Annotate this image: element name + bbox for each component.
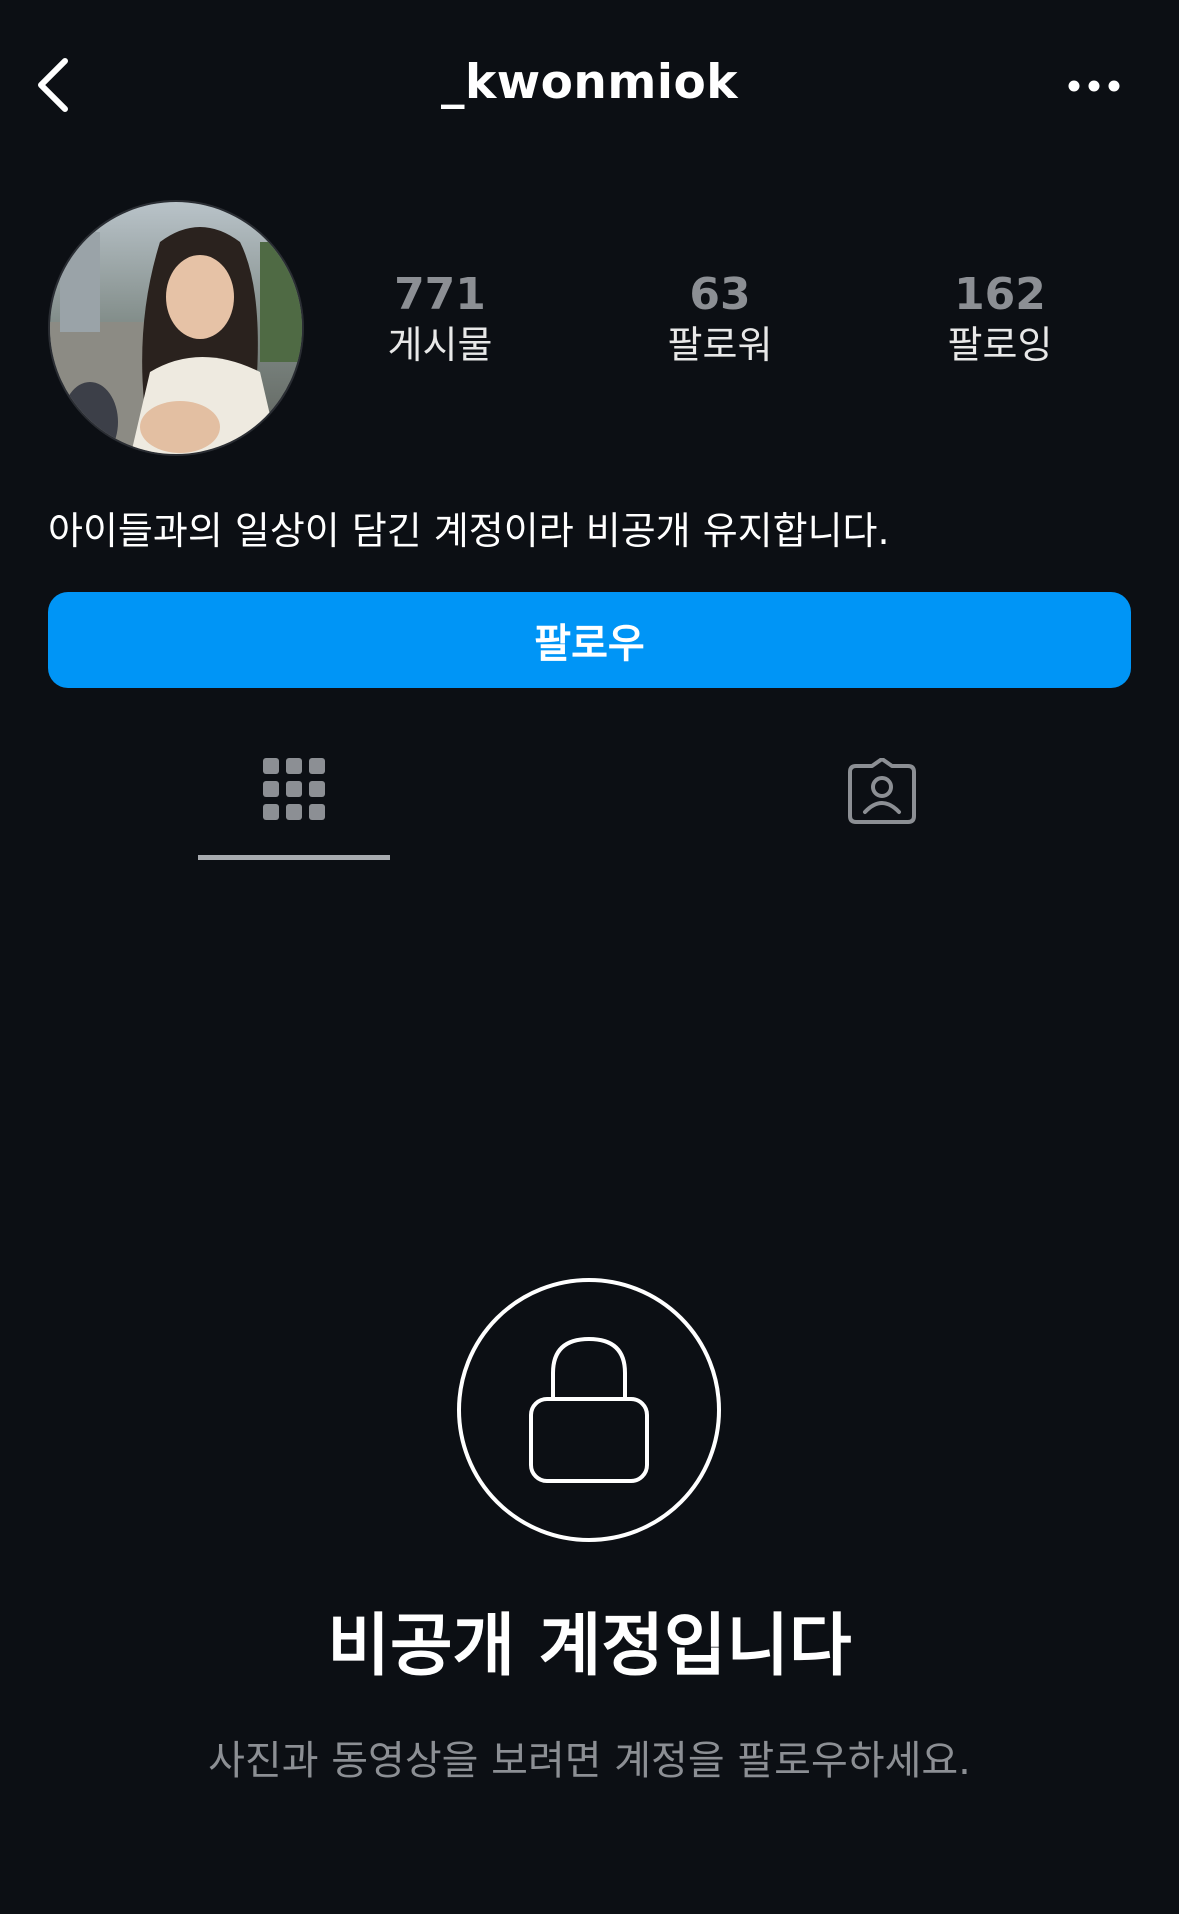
tab-posts-grid[interactable] <box>198 740 390 860</box>
following-count: 162 <box>954 269 1046 320</box>
lock-circle <box>457 1278 721 1542</box>
stat-following[interactable]: 162 팔로잉 <box>890 269 1110 370</box>
tagged-user-icon <box>848 758 916 824</box>
tab-tagged[interactable] <box>786 740 978 860</box>
followers-count: 63 <box>689 269 751 320</box>
profile-photo <box>50 202 302 454</box>
profile-username: _kwonmiok <box>440 55 739 110</box>
profile-stats: 771 게시물 63 팔로워 162 팔로잉 <box>330 269 1170 390</box>
avatar[interactable] <box>48 200 304 456</box>
more-horizontal-icon <box>1068 80 1120 92</box>
lock-icon <box>529 1336 649 1483</box>
profile-screen: _kwonmiok 771 게시물 63 팔로워 162 팔로잉 아이들과의 일… <box>0 0 1179 1914</box>
more-options-button[interactable] <box>1059 66 1129 106</box>
following-label: 팔로잉 <box>947 322 1053 367</box>
profile-bio: 아이들과의 일상이 담긴 계정이라 비공개 유지합니다. <box>48 509 890 553</box>
header: _kwonmiok <box>0 0 1179 170</box>
stat-followers[interactable]: 63 팔로워 <box>610 269 830 370</box>
followers-label: 팔로워 <box>667 322 773 367</box>
grid-icon <box>263 758 325 820</box>
posts-count: 771 <box>394 269 486 320</box>
private-account-title: 비공개 계정입니다 <box>327 1607 852 1686</box>
posts-label: 게시물 <box>387 322 493 367</box>
stat-posts[interactable]: 771 게시물 <box>330 269 550 370</box>
private-account-subtitle: 사진과 동영상을 보려면 계정을 팔로우하세요. <box>208 1738 971 1784</box>
active-tab-indicator <box>198 855 390 860</box>
follow-button[interactable]: 팔로우 <box>48 592 1131 688</box>
